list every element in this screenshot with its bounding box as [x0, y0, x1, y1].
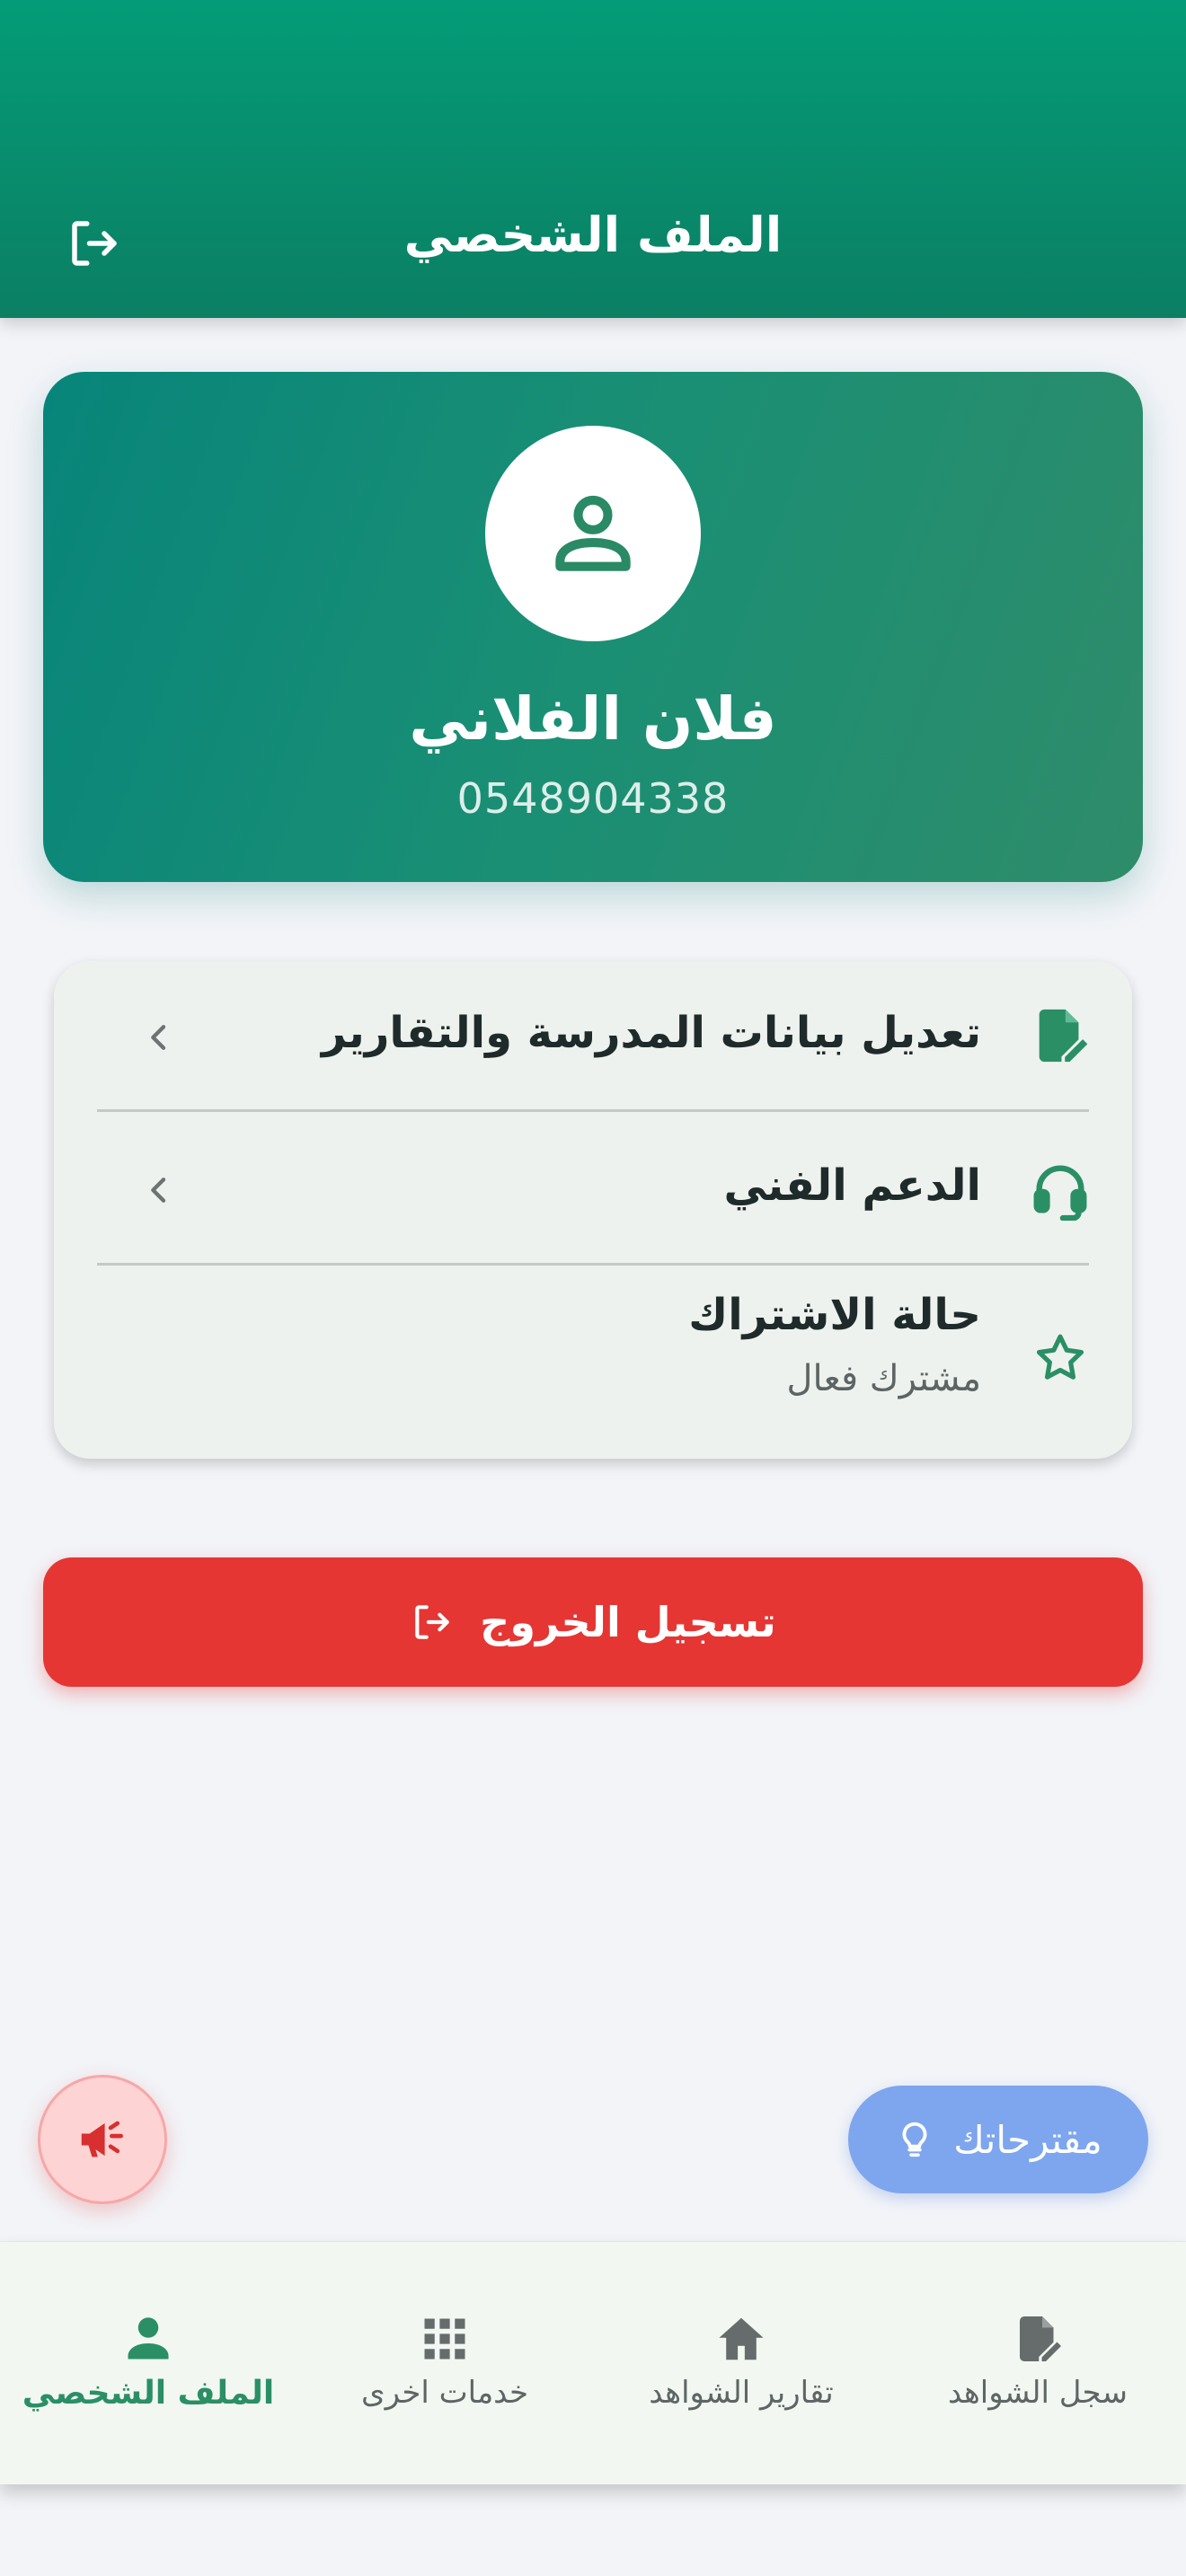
menu-item-subscription-status: حالة الاشتراك مشترك فعال [54, 1266, 1132, 1459]
person-icon [555, 495, 631, 571]
bottom-navigation: سجل الشواهد تقارير الشواهد خدمات اخرى ال… [0, 2242, 1186, 2484]
divider [97, 1109, 1089, 1112]
announcements-button[interactable] [38, 2075, 167, 2204]
menu-item-technical-support[interactable]: الدعم الفني [54, 1114, 1132, 1266]
app-header: الملف الشخصي [0, 0, 1186, 318]
logout-icon [72, 221, 117, 266]
nav-item-label: الملف الشخصي [22, 2375, 275, 2412]
header-logout-button[interactable] [61, 210, 128, 277]
avatar [485, 426, 701, 641]
profile-screen: الملف الشخصي فلان الفلاني 0548904338 تعد… [0, 0, 1186, 2576]
chevron-left-icon [151, 1178, 166, 1203]
page-title: الملف الشخصي [403, 207, 783, 263]
nav-item-evidence-log[interactable]: سجل الشواهد [890, 2242, 1186, 2484]
logout-icon [415, 1605, 449, 1639]
nav-item-label: خدمات اخرى [360, 2375, 529, 2411]
edit-document-icon [1020, 2316, 1061, 2361]
nav-item-profile[interactable]: الملف الشخصي [0, 2242, 296, 2484]
menu-item-label: تعديل بيانات المدرسة والتقارير [321, 1008, 981, 1058]
nav-item-label: تقارير الشواهد [649, 2375, 834, 2411]
suggestions-button[interactable]: مقترحاتك [848, 2086, 1148, 2193]
person-icon [128, 2317, 169, 2360]
nav-item-other-services[interactable]: خدمات اخرى [296, 2242, 593, 2484]
profile-card: فلان الفلاني 0548904338 [43, 372, 1143, 882]
headset-icon [1033, 1165, 1087, 1221]
apps-grid-icon [424, 2318, 465, 2360]
suggestions-button-label: مقترحاتك [953, 2117, 1102, 2162]
profile-name: فلان الفلاني [409, 684, 777, 754]
subscription-title: حالة الاشتراك [688, 1290, 981, 1340]
logout-button-label: تسجيل الخروج [480, 1598, 776, 1646]
menu-item-edit-school-data[interactable]: تعديل بيانات المدرسة والتقارير [54, 961, 1132, 1114]
logout-button[interactable]: تسجيل الخروج [43, 1557, 1143, 1687]
megaphone-icon [81, 2121, 123, 2157]
star-icon [1036, 1334, 1084, 1380]
nav-item-evidence-reports[interactable]: تقارير الشواهد [593, 2242, 890, 2484]
lightbulb-icon [902, 2122, 927, 2157]
chevron-left-icon [151, 1025, 166, 1050]
profile-phone: 0548904338 [456, 774, 730, 823]
subscription-status: مشترك فعال [786, 1358, 981, 1399]
menu-item-label: الدعم الفني [723, 1160, 981, 1211]
nav-item-label: سجل الشواهد [948, 2375, 1128, 2411]
edit-document-icon [1039, 1009, 1088, 1063]
settings-menu: تعديل بيانات المدرسة والتقارير الدعم الف… [54, 961, 1132, 1459]
home-icon [719, 2317, 764, 2360]
divider [97, 1263, 1089, 1266]
